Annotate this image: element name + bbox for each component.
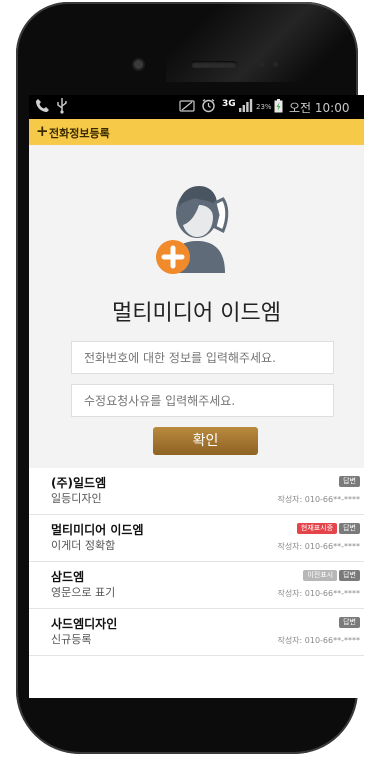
item-title: 멀티미디어 이드엠 [51,523,144,537]
answer-badge: 답변 [339,617,360,628]
item-title: 사드엠디자인 [51,617,118,631]
no-sim-icon [179,100,195,115]
phone-icon [35,98,50,116]
battery-percent: 23% [256,103,272,111]
edit-reason-input[interactable] [71,384,334,417]
confirm-button[interactable]: 확인 [153,427,258,455]
item-badges: 답변 [339,476,360,487]
item-author: 작성자: 010-66**-**** [277,636,360,645]
item-title: (주)일드엠 [51,476,107,490]
list-item[interactable]: 멀티미디어 이드엠 이게더 정확함 현재표시중 답변 작성자: 010-66**… [29,515,364,562]
list-footer [29,656,364,698]
phone-info-input[interactable] [71,341,334,374]
previous-display-badge: 이전표시 [303,570,338,581]
earpiece-speaker [191,61,237,68]
3g-icon: 3G [222,99,236,109]
item-title: 삼드엠 [51,570,85,584]
item-badges: 답변 [339,617,360,628]
item-subtitle: 일등디자인 [51,492,102,505]
item-author: 작성자: 010-66**-**** [277,589,360,598]
app-name: 멀티미디어 이드엠 [112,301,281,326]
item-badges: 현재표시중 답변 [296,523,360,534]
answer-badge: 답변 [339,570,360,581]
status-bar: 3G 23% 오전 10:00 [29,95,364,119]
list-item[interactable]: 삼드엠 영문으로 표기 이전표시 답변 작성자: 010-66**-**** [29,562,364,609]
phone-sheen [166,2,356,82]
signal-icon [239,99,253,115]
registration-form: 멀티미디어 이드엠 확인 [29,145,364,468]
screen: 3G 23% 오전 10:00 + 전화정보등록 멀티미디어 이드엠 전화번호에… [29,95,364,698]
answer-badge: 답변 [339,476,360,487]
list-item[interactable]: (주)일드엠 일등디자인 답변 작성자: 010-66**-**** [29,468,364,515]
plus-icon[interactable]: + [36,122,49,140]
list-item[interactable]: 사드엠디자인 신규등록 답변 작성자: 010-66**-**** [29,609,364,656]
usb-icon [56,97,68,117]
alarm-icon [201,98,216,116]
battery-icon [274,99,283,116]
item-author: 작성자: 010-66**-**** [277,542,360,551]
answer-badge: 답변 [339,523,360,534]
item-badges: 이전표시 답변 [303,570,360,581]
current-display-badge: 현재표시중 [296,523,338,534]
light-sensor [273,62,278,67]
proximity-sensor [259,62,264,67]
clock: 오전 10:00 [289,101,350,115]
item-subtitle: 이게더 정확함 [51,539,116,552]
item-subtitle: 영문으로 표기 [51,586,116,599]
page-title: 전화정보등록 [49,127,110,140]
front-camera [134,60,143,69]
item-author: 작성자: 010-66**-**** [277,495,360,504]
title-bar: + 전화정보등록 [29,119,364,145]
caller-add-icon [151,177,241,277]
item-subtitle: 신규등록 [51,633,92,646]
